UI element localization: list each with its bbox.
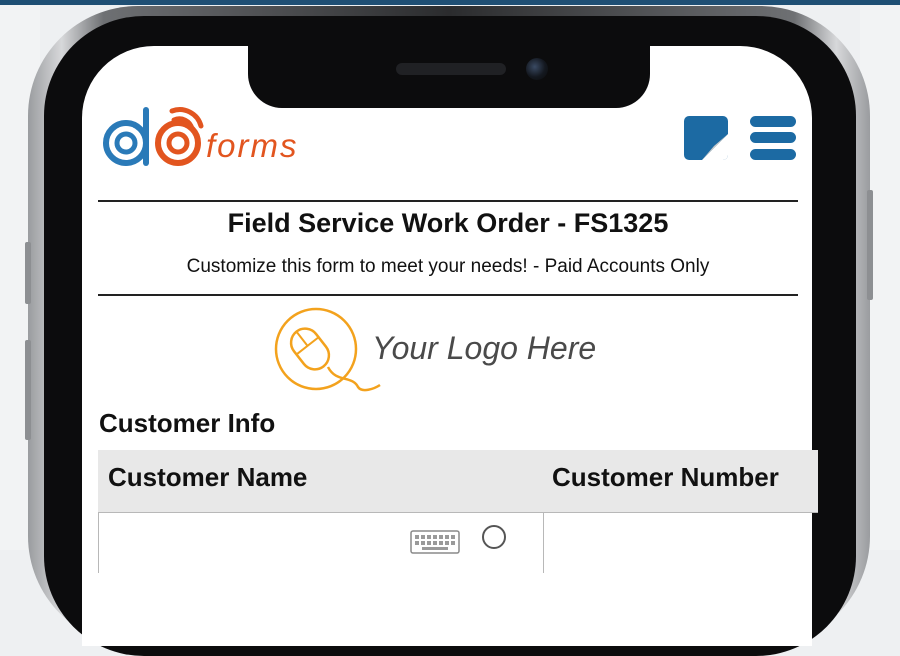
- front-camera: [526, 58, 548, 80]
- hamburger-menu-icon: [750, 149, 796, 160]
- logo-placeholder-text: Your Logo Here: [372, 330, 597, 366]
- keyboard-icon[interactable]: [410, 530, 460, 554]
- phone-volume-button: [25, 242, 31, 304]
- column-header-customer-name: Customer Name: [108, 462, 308, 492]
- phone-notch: [248, 44, 650, 108]
- hamburger-menu-icon: [750, 116, 796, 127]
- mouse-icon: [274, 307, 381, 392]
- section-heading: Customer Info: [99, 408, 276, 438]
- divider: [98, 294, 798, 296]
- form-subtitle: Customize this form to meet your needs! …: [186, 256, 710, 277]
- phone-power-button: [867, 190, 873, 300]
- edit-note-icon: [702, 134, 728, 160]
- customer-name-field[interactable]: [98, 513, 544, 573]
- hamburger-menu-icon: [750, 132, 796, 143]
- speaker-grille: [396, 63, 506, 75]
- brand-name: forms: [206, 127, 299, 164]
- divider: [98, 200, 798, 202]
- column-header-customer-number: Customer Number: [552, 462, 779, 492]
- phone-volume-button: [25, 340, 31, 440]
- edit-note-button[interactable]: [684, 116, 728, 160]
- form-title: Field Service Work Order - FS1325: [227, 208, 669, 238]
- top-strip: [0, 0, 900, 5]
- radio-icon[interactable]: [482, 525, 506, 549]
- hamburger-menu-button[interactable]: [750, 116, 796, 160]
